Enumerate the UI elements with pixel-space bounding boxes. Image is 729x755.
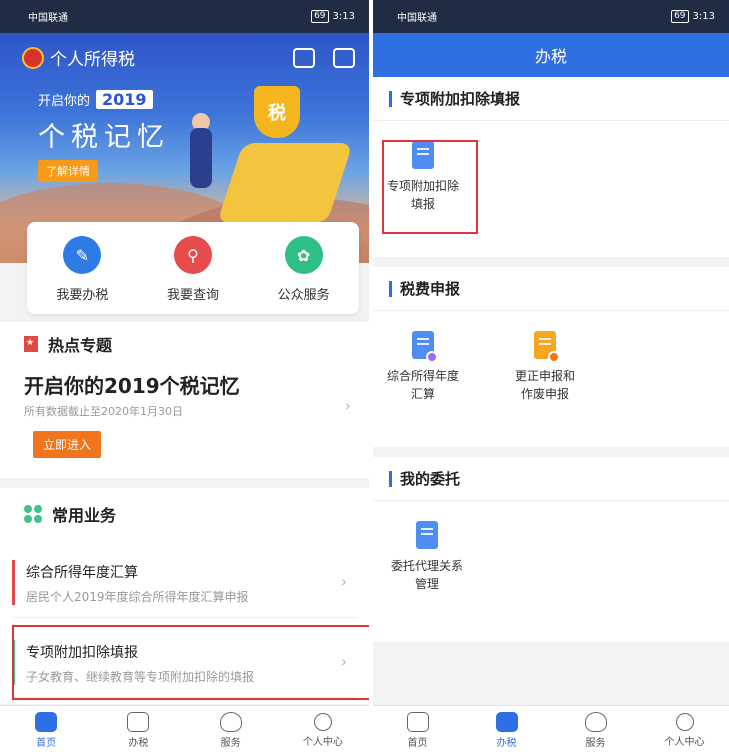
tab-home[interactable]: 首页 [16, 712, 76, 749]
home-icon [406, 712, 429, 732]
banner-year: 2019 [96, 90, 153, 109]
quick-action-file-tax[interactable]: ✎ 我要办税 [56, 236, 108, 303]
section-title: 专项附加扣除填报 [400, 90, 521, 108]
person-icon [313, 713, 332, 731]
section-title: 税费申报 [400, 280, 461, 298]
section-title: 我的委托 [400, 470, 461, 488]
annual-settlement-entry[interactable]: 综合所得年度 汇算 [373, 331, 473, 403]
section-title: 热点专题 [48, 336, 113, 355]
hot-topic-headline[interactable]: 开启你的2019个税记忆 [0, 370, 369, 399]
agreement-icon [416, 521, 438, 549]
tab-bar: 首页 办税 服务 个人中心 [373, 705, 729, 755]
heart-icon [584, 712, 607, 732]
quick-action-query[interactable]: ⚲ 我要查询 [167, 236, 219, 303]
tab-label: 首页 [407, 738, 428, 749]
tab-label: 办税 [128, 738, 149, 749]
clock-text: 3:13 [332, 11, 355, 22]
home-screen: 中国联通 69 3:13 个人所得税 开启你的 2019 个税记忆 了解详情 税 [0, 0, 369, 755]
chevron-right-icon[interactable]: › [345, 396, 351, 415]
tab-label: 服务 [220, 738, 241, 749]
emblem-icon [22, 46, 44, 69]
tab-label: 个人中心 [664, 737, 705, 748]
quick-action-label: 我要查询 [166, 288, 219, 303]
delegation-management-entry[interactable]: 委托代理关系 管理 [373, 521, 481, 593]
banner-headline: 个税记忆 [38, 122, 170, 153]
tax-screen: 中国联通 69 3:13 办税 专项附加扣除填报 专项附加扣除 填报 税费申报 综… [373, 0, 729, 755]
learn-more-button[interactable]: 了解详情 [38, 160, 98, 182]
yuan-document-icon [412, 331, 438, 363]
my-delegation-section: 我的委托 委托代理关系 管理 [373, 457, 729, 642]
battery-indicator: 69 [311, 10, 329, 23]
page-title: 办税 [373, 33, 729, 77]
tax-shield-icon: 税 [254, 86, 300, 138]
list-item-subtitle: 居民个人2019年度综合所得年度汇算申报 [26, 590, 249, 604]
message-icon[interactable] [333, 47, 355, 68]
quick-action-public-service[interactable]: ✿ 公众服务 [278, 236, 330, 303]
tab-tax[interactable]: 办税 [108, 712, 168, 749]
quick-action-label: 公众服务 [277, 288, 330, 303]
person-icon [675, 713, 694, 731]
carrier-text: 中国联通 [397, 13, 437, 24]
status-bar: 中国联通 69 3:13 [373, 0, 729, 33]
tab-profile[interactable]: 个人中心 [293, 713, 353, 748]
heart-icon [219, 712, 242, 732]
quick-actions-card: ✎ 我要办税 ⚲ 我要查询 ✿ 公众服务 [27, 222, 359, 314]
banner-prefix: 开启你的 [38, 94, 91, 109]
flower-icon: ✿ [284, 236, 323, 274]
battery-indicator: 69 [671, 10, 689, 23]
tab-label: 首页 [36, 738, 57, 749]
item-label-line1: 更正申报和 [514, 369, 575, 383]
document-correct-icon [534, 331, 560, 363]
tab-service[interactable]: 服务 [566, 712, 626, 749]
quick-action-label: 我要办税 [56, 288, 109, 303]
hot-topics-section: 热点专题 开启你的2019个税记忆 所有数据截止至2020年1月30日 › 立即… [0, 322, 369, 478]
list-item-title: 综合所得年度汇算 [26, 565, 138, 581]
home-icon [35, 712, 58, 732]
accent-bar [12, 560, 15, 605]
person-illustration [190, 128, 212, 188]
magnifier-icon: ⚲ [173, 236, 212, 274]
item-label-line2: 作废申报 [520, 387, 569, 401]
tab-home[interactable]: 首页 [388, 712, 448, 749]
status-bar: 中国联通 69 3:13 [0, 0, 369, 33]
chevron-right-icon: › [340, 572, 347, 591]
tab-bar: 首页 办税 服务 个人中心 [0, 705, 369, 755]
clock-text: 3:13 [692, 11, 715, 22]
tab-label: 办税 [496, 738, 517, 749]
bookmark-icon [24, 336, 38, 352]
correction-filing-entry[interactable]: 更正申报和 作废申报 [495, 331, 595, 403]
clover-icon [24, 505, 42, 523]
item-label-line2: 管理 [414, 577, 439, 591]
item-label-line1: 综合所得年度 [386, 369, 459, 383]
pencil-icon: ✎ [63, 236, 102, 274]
tab-label: 服务 [585, 738, 606, 749]
tab-profile[interactable]: 个人中心 [655, 713, 715, 748]
section-title: 常用业务 [52, 506, 117, 525]
enter-now-button[interactable]: 立即进入 [33, 431, 102, 458]
highlight-box [12, 625, 369, 700]
document-icon [127, 712, 150, 732]
app-title: 个人所得税 [50, 50, 135, 70]
tab-label: 个人中心 [302, 737, 343, 748]
scan-icon[interactable] [293, 47, 315, 68]
tab-service[interactable]: 服务 [201, 712, 261, 749]
highlight-box [382, 140, 478, 234]
hot-topic-subtitle: 所有数据截止至2020年1月30日 [24, 405, 183, 418]
tab-tax[interactable]: 办税 [477, 712, 537, 749]
document-icon [495, 712, 518, 732]
carrier-text: 中国联通 [28, 13, 68, 24]
tax-filing-section: 税费申报 综合所得年度 汇算 更正申报和作废申报 [373, 267, 729, 447]
item-label-line2: 汇算 [410, 387, 435, 401]
list-item-annual-settlement[interactable]: 综合所得年度汇算 居民个人2019年度综合所得年度汇算申报 › [12, 548, 357, 618]
item-label-line1: 委托代理关系 [390, 559, 463, 573]
